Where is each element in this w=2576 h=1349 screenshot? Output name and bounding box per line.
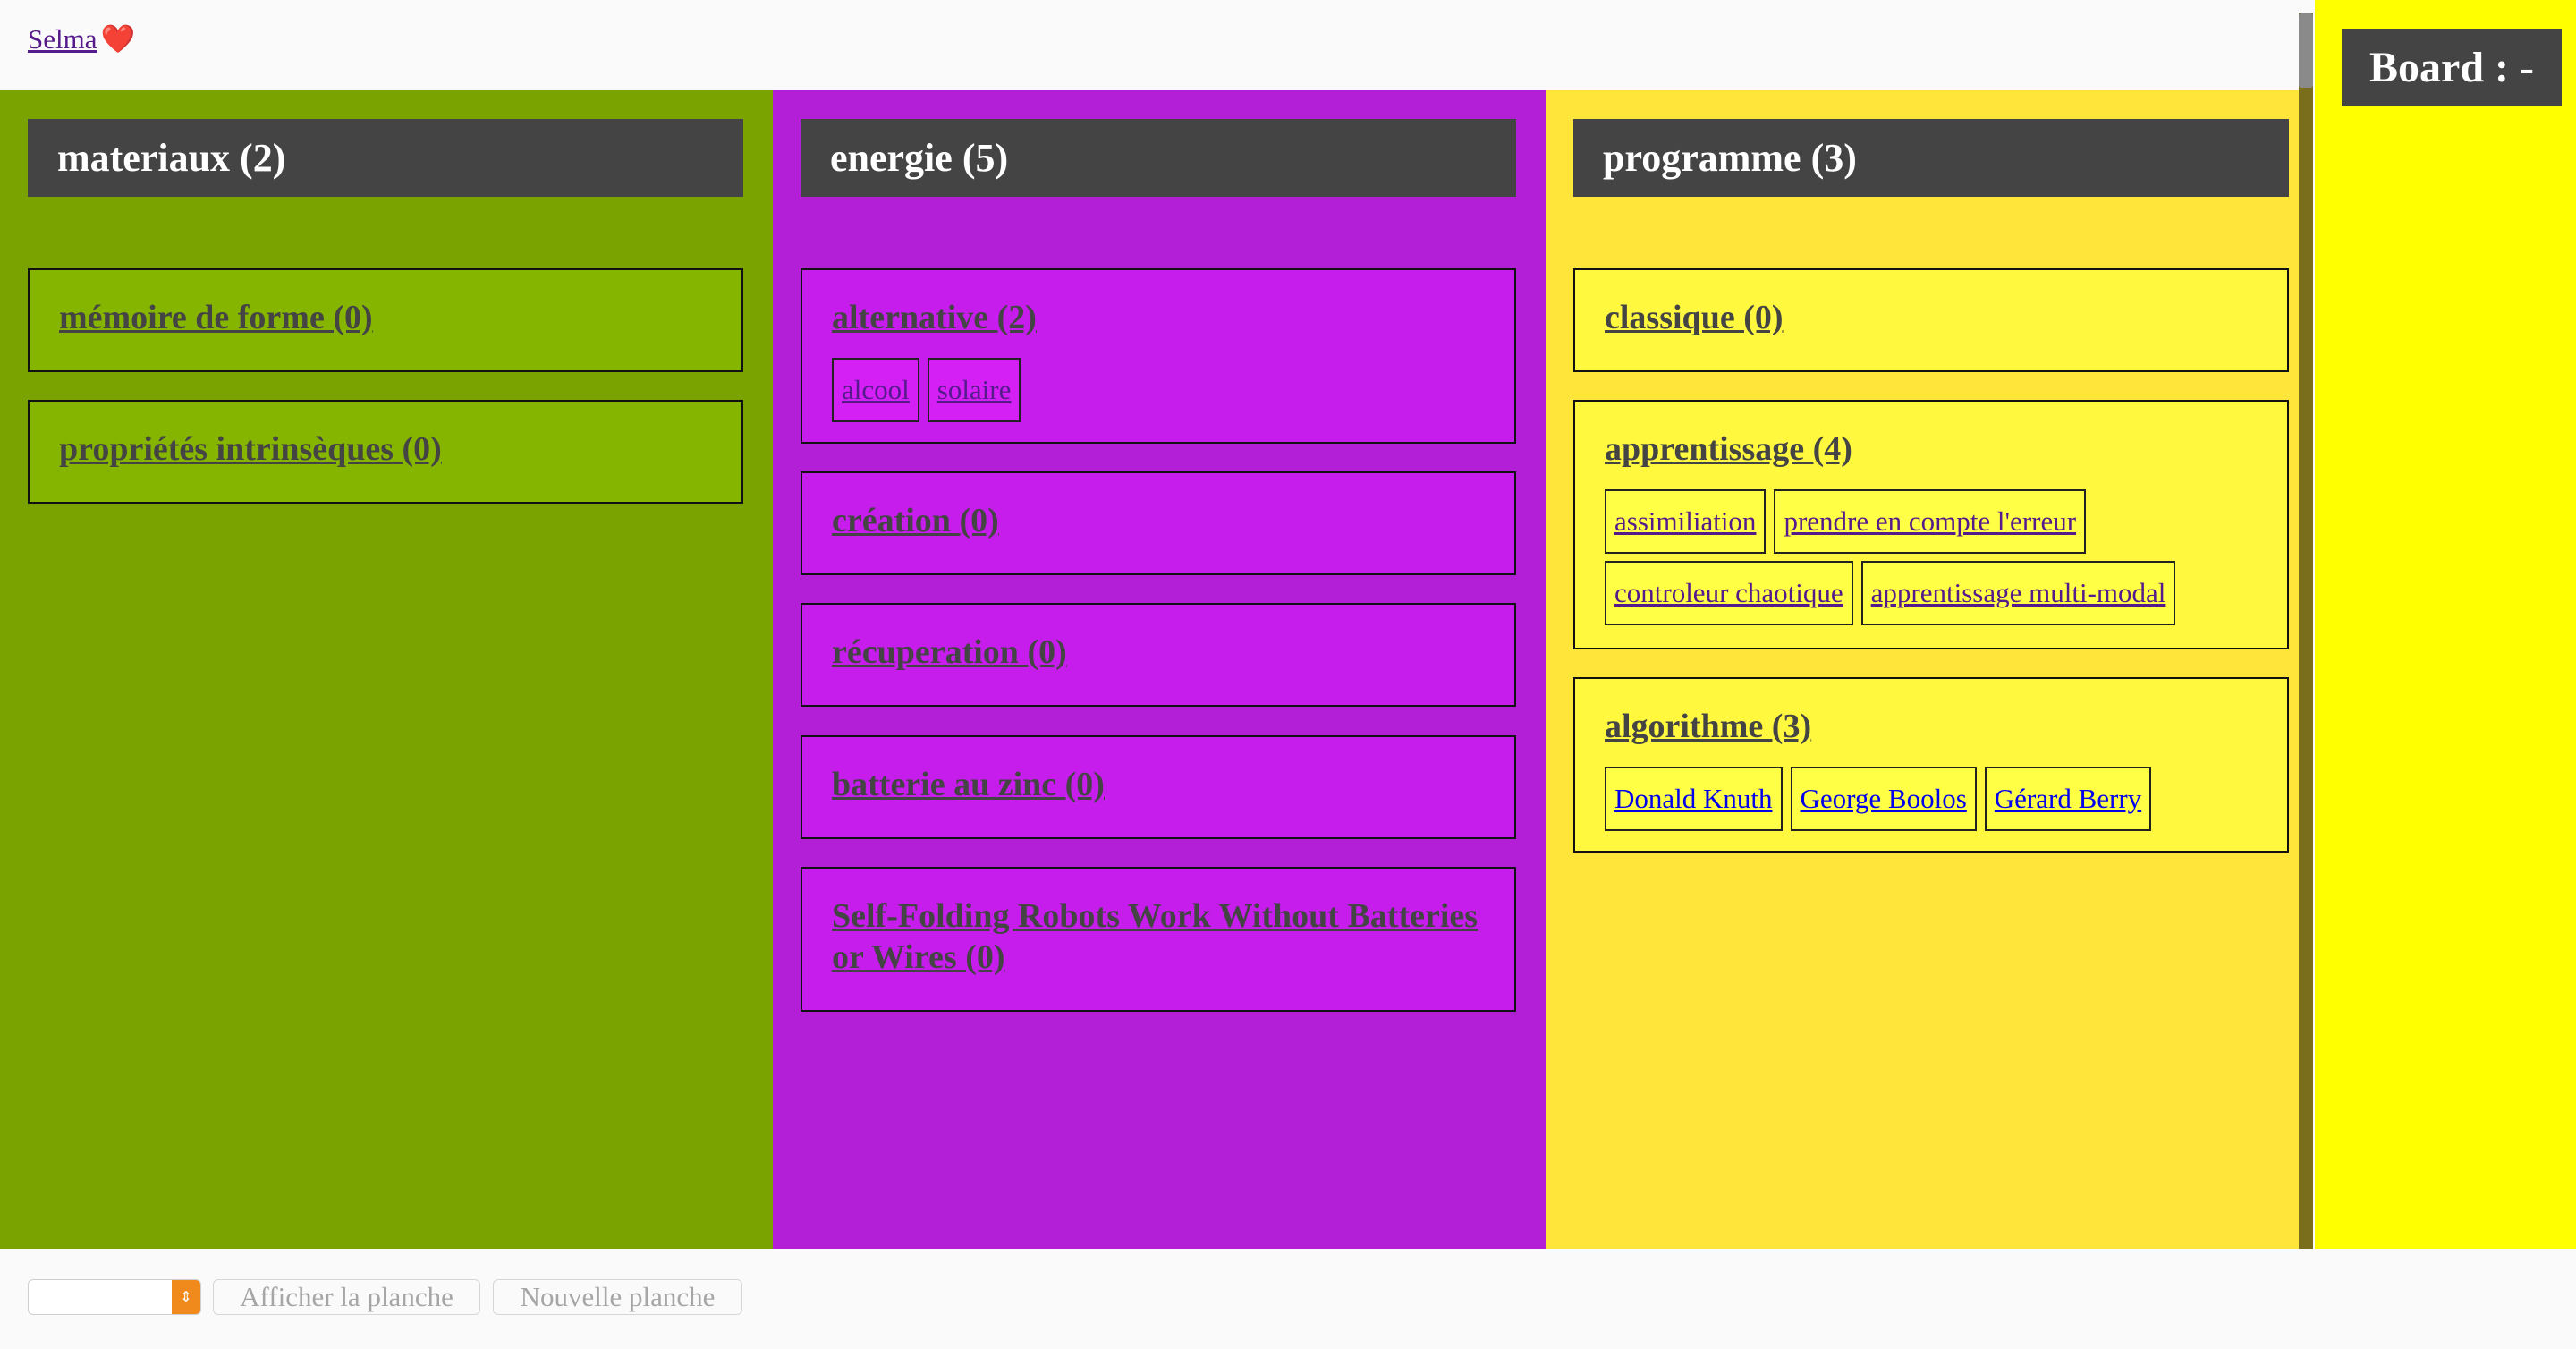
tag-list: alcool solaire <box>832 358 1494 422</box>
user-link[interactable]: Selma ❤️ <box>28 22 135 55</box>
column-materiaux: materiaux (2) mémoire de forme (0) propr… <box>0 90 773 1249</box>
tag-link[interactable]: Gérard Berry <box>1984 767 2152 831</box>
card[interactable]: Self-Folding Robots Work Without Batteri… <box>801 867 1516 1012</box>
card[interactable]: alternative (2) alcool solaire <box>801 268 1516 444</box>
tag-link[interactable]: Donald Knuth <box>1605 767 1783 831</box>
column-header: materiaux (2) <box>28 119 743 197</box>
heart-icon: ❤️ <box>100 23 136 55</box>
card-title-link[interactable]: mémoire de forme (0) <box>59 297 712 338</box>
side-panel <box>2315 0 2576 1249</box>
card[interactable]: propriétés intrinsèques (0) <box>28 400 743 504</box>
card-title-link[interactable]: algorithme (3) <box>1605 706 2258 747</box>
card[interactable]: algorithme (3) Donald Knuth George Boolo… <box>1573 677 2289 853</box>
tag-link[interactable]: controleur chaotique <box>1605 561 1853 625</box>
card-title-link[interactable]: batterie au zinc (0) <box>832 764 1485 805</box>
board-area: materiaux (2) mémoire de forme (0) propr… <box>0 90 2302 1249</box>
card[interactable]: création (0) <box>801 471 1516 575</box>
card-title-link[interactable]: propriétés intrinsèques (0) <box>59 428 712 470</box>
tag-link[interactable]: solaire <box>927 358 1021 422</box>
tag-list: Donald Knuth George Boolos Gérard Berry <box>1605 767 2267 831</box>
scrollbar-thumb[interactable] <box>2299 13 2313 88</box>
card[interactable]: batterie au zinc (0) <box>801 735 1516 839</box>
top-bar: Selma ❤️ <box>0 0 2302 90</box>
card-title-link[interactable]: classique (0) <box>1605 297 2258 338</box>
new-board-button[interactable]: Nouvelle planche <box>493 1279 742 1315</box>
card-title-link[interactable]: création (0) <box>832 500 1485 541</box>
card[interactable]: récuperation (0) <box>801 603 1516 707</box>
tag-link[interactable]: assimiliation <box>1605 489 1767 554</box>
card-title-link[interactable]: alternative (2) <box>832 297 1485 338</box>
tag-list: assimiliation prendre en compte l'erreur… <box>1605 489 2267 625</box>
card-title-link[interactable]: récuperation (0) <box>832 632 1485 673</box>
column-header: programme (3) <box>1573 119 2289 197</box>
card[interactable]: classique (0) <box>1573 268 2289 372</box>
tag-link[interactable]: alcool <box>832 358 919 422</box>
scrollbar-track[interactable] <box>2299 13 2313 1249</box>
card[interactable]: apprentissage (4) assimiliation prendre … <box>1573 400 2289 649</box>
column-programme: programme (3) classique (0) apprentissag… <box>1546 90 2299 1249</box>
board-label: Board : - <box>2342 29 2562 106</box>
select-arrows-icon: ⇕ <box>172 1280 200 1314</box>
card-title-link[interactable]: apprentissage (4) <box>1605 428 2258 470</box>
board-select[interactable]: ⇕ <box>28 1279 201 1315</box>
tag-link[interactable]: George Boolos <box>1790 767 1977 831</box>
column-header: energie (5) <box>801 119 1516 197</box>
tag-link[interactable]: prendre en compte l'erreur <box>1774 489 2087 554</box>
show-board-button[interactable]: Afficher la planche <box>213 1279 480 1315</box>
card[interactable]: mémoire de forme (0) <box>28 268 743 372</box>
column-energie: energie (5) alternative (2) alcool solai… <box>773 90 1546 1249</box>
card-title-link[interactable]: Self-Folding Robots Work Without Batteri… <box>832 895 1485 978</box>
tag-link[interactable]: apprentissage multi-modal <box>1860 561 2176 625</box>
bottom-toolbar: ⇕ Afficher la planche Nouvelle planche <box>0 1249 2576 1349</box>
